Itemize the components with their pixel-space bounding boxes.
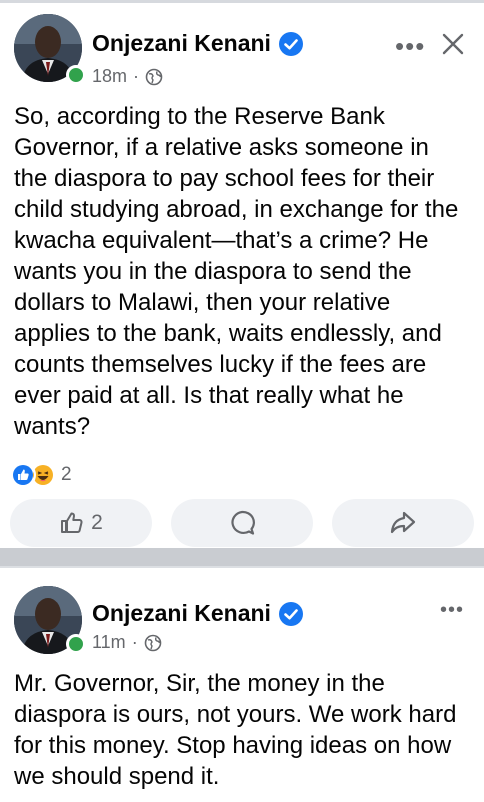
online-status-dot <box>66 65 86 85</box>
like-count: 2 <box>91 511 103 534</box>
more-options-icon[interactable]: ••• <box>440 600 464 620</box>
post-text: So, according to the Reserve Bank Govern… <box>14 103 459 440</box>
online-status-dot <box>66 634 86 654</box>
author-name[interactable]: Onjezani Kenani <box>92 600 271 627</box>
author-name-row: Onjezani Kenani <box>92 30 303 57</box>
post-meta: 11m · <box>92 632 162 653</box>
share-button[interactable] <box>332 499 474 547</box>
like-button[interactable]: 2 <box>10 499 152 547</box>
meta-separator-dot: · <box>131 632 138 652</box>
author-name-row: Onjezani Kenani <box>92 600 303 627</box>
globe-icon <box>145 68 163 85</box>
like-reaction-icon <box>10 462 36 488</box>
reaction-count: 2 <box>61 464 72 485</box>
post-card: Onjezani Kenani 18m · ••• So, according … <box>0 0 484 548</box>
author-name[interactable]: Onjezani Kenani <box>92 30 271 57</box>
like-icon <box>61 512 83 533</box>
comment-icon <box>231 510 255 535</box>
meta-separator-dot: · <box>133 66 140 86</box>
post-card: Onjezani Kenani 11m · ••• Mr. Governor, … <box>0 566 484 802</box>
more-options-icon[interactable]: ••• <box>395 33 425 59</box>
post-text: Mr. Governor, Sir, the money in the dias… <box>14 670 457 790</box>
close-icon[interactable] <box>440 31 466 57</box>
verified-badge-icon <box>278 31 303 56</box>
post-time[interactable]: 18m <box>92 66 127 87</box>
reactions-summary[interactable]: 2 <box>10 462 72 488</box>
feed-separator <box>0 548 484 566</box>
share-icon <box>390 511 416 534</box>
verified-badge-icon <box>278 601 303 626</box>
post-time[interactable]: 11m <box>92 632 126 653</box>
post-meta: 18m · <box>92 66 163 87</box>
comment-button[interactable] <box>171 499 313 547</box>
globe-icon <box>144 634 161 651</box>
